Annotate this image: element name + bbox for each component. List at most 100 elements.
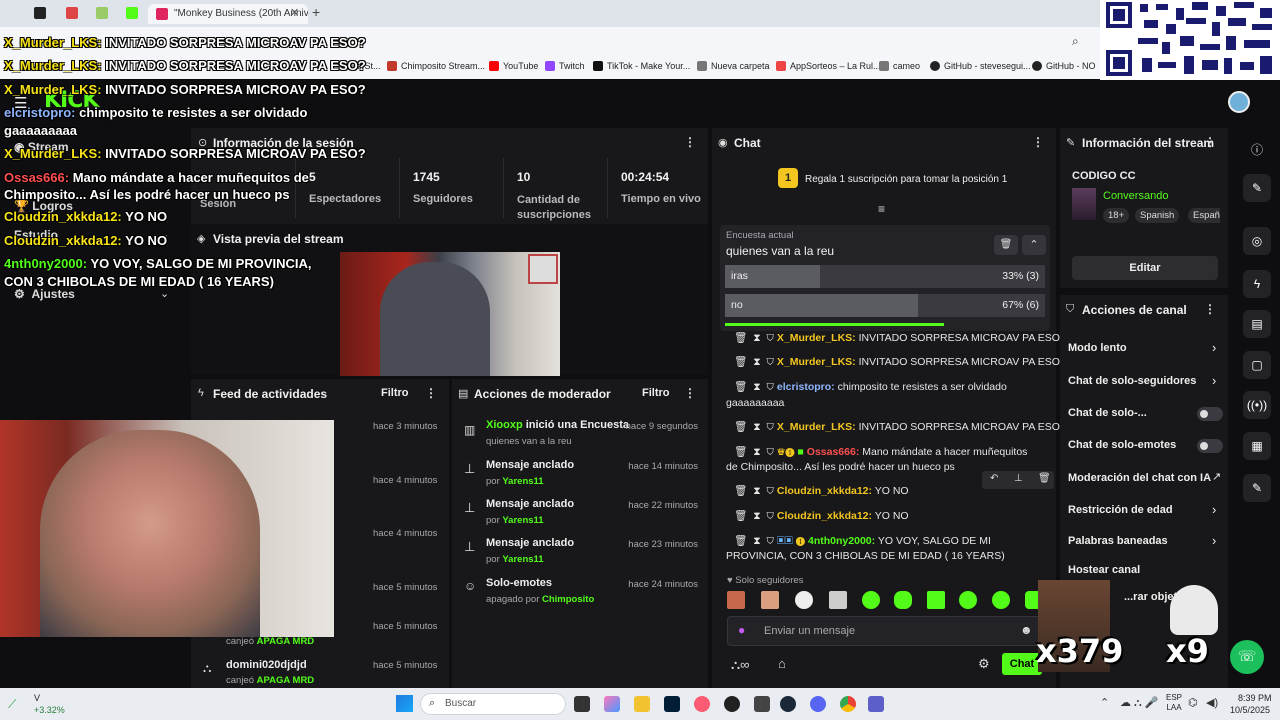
delete-icon[interactable]: 🗑 [734,356,747,368]
photoshop-icon[interactable] [664,696,680,712]
setting-emotes-only[interactable]: Chat de solo-emotes [1068,439,1176,451]
timeout-icon[interactable]: ⧗ [753,535,760,547]
bolt-icon[interactable]: ϟ [1243,270,1271,298]
setting-ai-moderation[interactable]: Moderación del chat con IA [1068,472,1211,484]
delete-icon[interactable]: 🗑 [1038,473,1051,484]
bookmark-github-2[interactable]: GitHub - NO [1032,61,1096,71]
language-indicator[interactable]: ESP LAA [1166,693,1182,713]
tray-chevron-icon[interactable]: ⌃ [1100,696,1109,709]
emote-icon[interactable] [894,591,912,609]
more-options-icon[interactable]: ⋮ [425,386,437,400]
timeout-icon[interactable]: ⧗ [753,446,760,458]
timeout-icon[interactable]: ⧗ [753,421,760,433]
mic-icon[interactable]: ● [738,623,745,637]
teams-icon[interactable] [868,696,884,712]
feed-filter-button[interactable]: Filtro [381,387,409,399]
chat-input[interactable]: ● Enviar un mensaje ☻ [727,616,1041,646]
emote-icon[interactable] [727,591,745,609]
timeout-icon[interactable]: ⧗ [753,485,760,497]
help-fab[interactable]: ☏ [1230,640,1264,674]
more-options-icon[interactable]: ⋮ [1204,135,1216,149]
delete-icon[interactable]: 🗑 [734,535,747,547]
clock-date[interactable]: 10/5/2025 [1230,705,1270,715]
emoji-icon[interactable]: ☻ [1020,623,1033,637]
mod-filter-button[interactable]: Filtro [642,387,670,399]
tray-icons[interactable]: ☁ ⛬ 🎤 [1120,696,1159,710]
stock-widget-icon[interactable]: ⟋ [8,697,16,712]
chat-message[interactable]: 🗑 ⧗ ⛉ Cloudzin_xkkda12: YO NO [734,484,909,499]
bookmark-github-1[interactable]: GitHub - stevesegui... [930,61,1031,71]
chat-message[interactable]: 🗑 ⧗ ⛉ X_Murder_LKS: INVITADO SORPRESA MI… [734,420,1066,435]
zoom-icon[interactable]: ⌕ [1072,34,1079,49]
app-icon[interactable] [724,696,740,712]
task-view-icon[interactable] [574,696,590,712]
copilot-icon[interactable] [604,696,620,712]
gift-banner[interactable]: Regala 1 suscripción para tomar la posic… [805,174,1007,185]
layout-icon[interactable]: ▦ [1243,432,1271,460]
delete-icon[interactable]: 🗑 [734,485,747,497]
bookmark-appsorteos[interactable]: AppSorteos – La Rul... [776,61,881,71]
poll-collapse-button[interactable]: ⌃ [1022,235,1046,255]
discord-icon[interactable] [810,696,826,712]
category-link[interactable]: Conversando [1103,190,1168,202]
poll-option[interactable]: no 67% (6) [725,294,1045,317]
edit-icon[interactable]: ✎ [1243,174,1271,202]
more-options-icon[interactable]: ⋮ [684,135,696,149]
new-tab-icon[interactable]: + [312,4,320,20]
emote-icon[interactable] [992,591,1010,609]
more-options-icon[interactable]: ⋮ [1204,302,1216,316]
timeout-icon[interactable]: ⧗ [753,332,760,344]
chat-message[interactable]: 🗑 ⧗ ⛉ ♛❶ ■ Ossas666: Mano mándate a hace… [734,445,1027,460]
tab-active[interactable]: "Monkey Business (20th Anniv [148,4,308,24]
tab-favicon-kick[interactable] [126,7,138,19]
broadcast-icon[interactable]: ((•)) [1243,391,1271,419]
volume-icon[interactable]: ◀) [1206,696,1218,709]
chat-message[interactable]: 🗑 ⧗ ⛉ ▣▣ ❶ 4nth0ny2000: YO VOY, SALGO DE… [734,534,991,549]
collapse-icon[interactable]: ≡ [878,202,885,216]
timeout-icon[interactable]: ⧗ [753,510,760,522]
setting-subs-only[interactable]: Chat de solo-... [1068,407,1147,419]
user-avatar[interactable] [1228,91,1250,113]
close-tab-icon[interactable]: ✕ [290,6,299,19]
bookmark-twitch[interactable]: Twitch [545,61,585,71]
setting-host-channel[interactable]: Hostear canal [1068,564,1140,576]
emote-icon[interactable] [959,591,977,609]
poll-delete-button[interactable]: 🗑 [994,235,1018,255]
settings-gear-icon[interactable]: ⚙ [978,656,990,672]
setting-age-restriction[interactable]: Restricción de edad [1068,504,1173,516]
setting-banned-words[interactable]: Palabras baneadas [1068,535,1168,547]
sidebar-item-ajustes[interactable]: ⚙ Ajustes [14,287,75,301]
chat-message[interactable]: 🗑 ⧗ ⛉ elcristopro: chimposito te resiste… [734,380,1007,395]
poll-option[interactable]: iras 33% (3) [725,265,1045,288]
store-icon[interactable]: ⌂ [778,656,786,671]
chevron-right-icon[interactable]: › [1212,373,1216,388]
emote-icon[interactable] [862,591,880,609]
delete-icon[interactable]: 🗑 [734,421,747,433]
clipboard-icon[interactable]: ▤ [1243,310,1271,338]
chevron-right-icon[interactable]: › [1212,502,1216,517]
emote-icon[interactable] [927,591,945,609]
delete-icon[interactable]: 🗑 [734,446,747,458]
subs-only-toggle[interactable] [1197,407,1223,421]
app-icon[interactable] [754,696,770,712]
setting-followers-only[interactable]: Chat de solo-seguidores [1068,375,1196,387]
setting-slow-mode[interactable]: Modo lento [1068,342,1127,354]
timeout-icon[interactable]: ⧗ [753,381,760,393]
timeout-icon[interactable]: ⧗ [753,356,760,368]
bookmark-folder[interactable]: Nueva carpeta [697,61,770,71]
chat-bubble-icon[interactable]: ▢ [1243,351,1271,379]
clock-time[interactable]: 8:39 PM [1238,693,1272,703]
reply-icon[interactable]: ↶ [990,473,998,484]
chat-message[interactable]: 🗑 ⧗ ⛉ Cloudzin_xkkda12: YO NO [734,509,909,524]
windows-start-icon[interactable] [396,695,413,712]
stream-preview-video[interactable] [340,252,560,376]
chevron-right-icon[interactable]: › [1212,533,1216,548]
chevron-right-icon[interactable]: › [1212,340,1216,355]
network-icon[interactable]: ⌬ [1188,696,1198,709]
file-explorer-icon[interactable] [634,696,650,712]
bookmark-cameo[interactable]: cameo [879,61,920,71]
more-options-icon[interactable]: ⋮ [1032,135,1044,149]
wrench-icon[interactable]: ✎ [1243,474,1271,502]
chat-message[interactable]: 🗑 ⧗ ⛉ X_Murder_LKS: INVITADO SORPRESA MI… [734,331,1066,346]
delete-icon[interactable]: 🗑 [734,332,747,344]
